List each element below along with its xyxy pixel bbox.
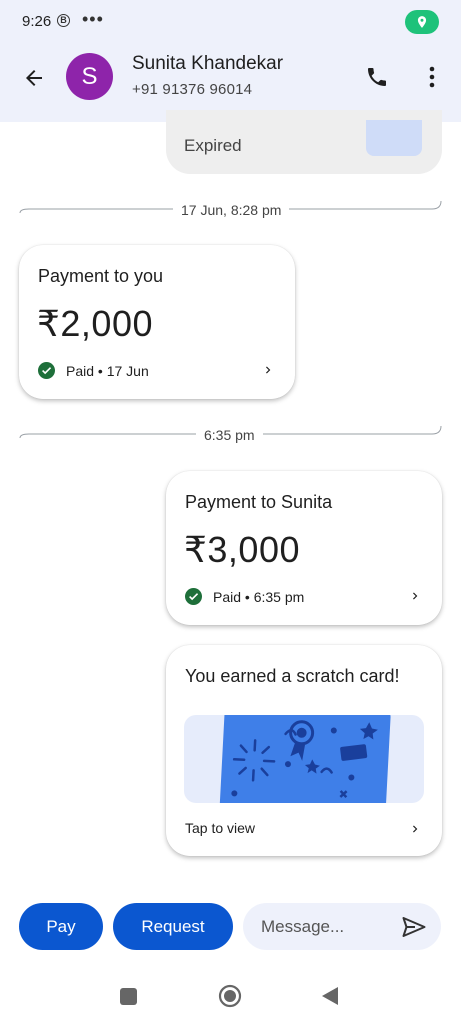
chevron-right-icon	[413, 825, 418, 833]
payment-card-sent[interactable]: Payment to Sunita ₹3,000 Paid • 6:35 pm	[166, 471, 442, 625]
system-nav-bar	[0, 968, 461, 1024]
payment-status: Paid • 6:35 pm	[213, 588, 305, 605]
location-indicator	[405, 10, 439, 34]
timestamp: 17 Jun, 8:28 pm	[173, 202, 290, 218]
back-button[interactable]	[18, 62, 50, 94]
chevron-right-icon	[413, 592, 418, 600]
scratch-card-title: You earned a scratch card!	[185, 666, 400, 686]
check-circle-icon	[185, 588, 202, 605]
arrow-left-icon	[26, 70, 42, 86]
payment-status-row: Paid • 6:35 pm	[185, 588, 304, 605]
send-button[interactable]	[401, 915, 427, 939]
contact-phone: +91 91376 96014	[132, 81, 253, 98]
scratch-card-thumbnail	[366, 120, 422, 156]
tap-to-view-label: Tap to view	[185, 820, 256, 836]
pay-button[interactable]: Pay	[19, 903, 103, 950]
message-box	[243, 903, 441, 950]
previous-message-bubble[interactable]: Expired	[166, 110, 442, 174]
scratch-card-image[interactable]	[184, 715, 424, 803]
avatar[interactable]: S	[66, 53, 113, 100]
status-bar: 9:26 B •••	[0, 0, 461, 44]
more-vertical-icon	[429, 66, 435, 88]
b-badge-icon: B	[57, 14, 70, 27]
payment-card-received[interactable]: Payment to you ₹2,000 Paid • 17 Jun	[19, 245, 295, 399]
payment-title: Payment to you	[38, 266, 164, 286]
timestamp: 6:35 pm	[196, 427, 263, 443]
message-input[interactable]	[261, 903, 401, 950]
phone-icon	[368, 68, 386, 86]
payment-amount: ₹2,000	[37, 303, 153, 344]
expired-label: Expired	[184, 136, 242, 155]
call-button[interactable]	[362, 62, 392, 92]
send-icon	[402, 917, 426, 937]
more-notifications-icon: •••	[82, 9, 104, 29]
contact-name[interactable]: Sunita Khandekar	[132, 53, 283, 75]
payment-status-row: Paid • 17 Jun	[38, 362, 149, 379]
payment-amount: ₹3,000	[184, 529, 300, 570]
check-circle-icon	[38, 362, 55, 379]
status-time: 9:26	[22, 13, 52, 30]
payment-title: Payment to Sunita	[185, 492, 333, 512]
scratch-card-message[interactable]: You earned a scratch card! Tap to view	[166, 645, 442, 856]
recents-icon[interactable]	[120, 988, 137, 1005]
request-button[interactable]: Request	[113, 903, 233, 950]
back-triangle-icon[interactable]	[320, 985, 340, 1007]
payment-status: Paid • 17 Jun	[66, 362, 149, 379]
scratch-card-graphic	[219, 715, 391, 803]
home-icon[interactable]	[218, 984, 242, 1008]
chevron-right-icon	[266, 366, 271, 374]
location-pin-icon	[417, 16, 427, 28]
more-options-button[interactable]	[420, 62, 444, 92]
